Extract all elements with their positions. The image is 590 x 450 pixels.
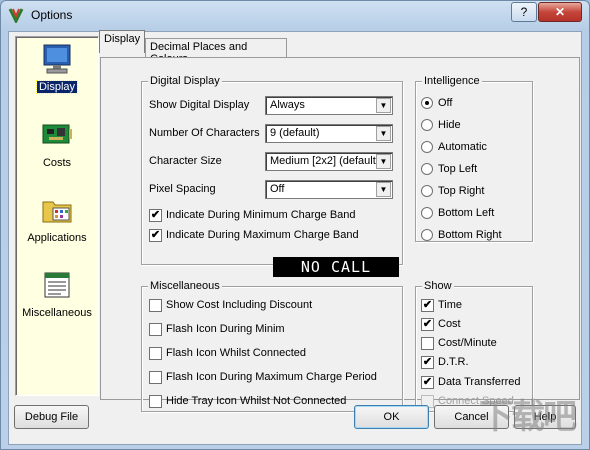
checkbox[interactable] [149,347,162,360]
checkmark-icon[interactable]: ✔ [421,299,434,312]
checkmark-icon[interactable]: ✔ [149,229,162,242]
checkbox-label: Indicate During Minimum Charge Band [166,209,356,221]
sidebar-item-label: Display [35,80,79,94]
radio-label: Top Left [438,163,478,175]
checkbox-label: D.T.R. [438,356,469,368]
sidebar-item-label: Miscellaneous [22,307,92,319]
character-size-label: Character Size [149,155,222,167]
checkbox-label: Cost [438,318,461,330]
checkbox-label: Flash Icon Whilst Connected [166,347,307,359]
checkmark-icon[interactable]: ✔ [421,356,434,369]
show-digital-display-label: Show Digital Display [149,99,250,111]
app-logo-icon [8,8,24,23]
display-tab-panel: Digital Display Show Digital Display Alw… [100,57,580,412]
select-value: Always [270,99,305,111]
checkbox[interactable] [149,323,162,336]
checkmark-icon[interactable]: ✔ [421,318,434,331]
debug-file-button[interactable]: Debug File [14,405,89,429]
checkbox-label: Hide Tray Icon Whilst Not Connected [166,395,347,407]
checkbox-label: Flash Icon During Minim [166,323,285,335]
checkbox-label: Show Cost Including Discount [166,299,313,311]
number-of-characters-label: Number Of Characters [149,127,260,139]
miscellaneous-group: Miscellaneous Show Cost Including Discou… [141,280,403,412]
dialog-client: Display Costs Applications Miscellaneous… [8,30,582,445]
radio-label: Top Right [438,185,485,197]
close-button[interactable]: ✕ [538,2,582,22]
group-title: Digital Display [148,75,222,87]
monitor-icon [43,44,71,74]
number-of-characters-select[interactable]: 9 (default) ▼ [265,124,393,143]
character-size-select[interactable]: Medium [2x2] (default) ▼ [265,152,393,171]
checkmark-icon[interactable]: ✔ [149,209,162,222]
checkbox-label: Cost/Minute [438,337,497,349]
category-sidebar: Display Costs Applications Miscellaneous [15,36,99,396]
radio-label: Automatic [438,141,487,153]
checkbox-label: Time [438,299,463,311]
sidebar-item-label: Applications [27,232,87,244]
digital-display-overlay: NO CALL [273,257,399,277]
radio-label: Bottom Left [438,207,495,219]
select-value: 9 (default) [270,127,320,139]
folder-icon [42,201,72,223]
select-value: Medium [2x2] (default) [270,155,380,167]
group-title: Miscellaneous [148,280,222,292]
group-title: Intelligence [422,75,482,87]
ok-button[interactable]: OK [354,405,429,429]
intelligence-group: Intelligence Off Hide Automatic Top Left… [415,75,533,242]
checkbox-label: Indicate During Maximum Charge Band [166,229,359,241]
chevron-down-icon[interactable]: ▼ [376,154,391,169]
radio-button[interactable] [421,97,433,109]
tab-display[interactable]: Display [99,30,145,53]
checkbox-label: Data Transferred [438,376,521,388]
radio-label: Off [438,97,453,109]
title-help-button[interactable]: ? [511,2,537,22]
checkbox[interactable] [421,337,434,350]
radio-label: Hide [438,119,461,131]
radio-button[interactable] [421,119,433,131]
pixel-spacing-label: Pixel Spacing [149,183,216,195]
radio-button[interactable] [421,185,433,197]
digital-display-group: Digital Display Show Digital Display Alw… [141,75,403,265]
sidebar-item-applications[interactable]: Applications [16,188,98,258]
options-window: Options ? ✕ Display Costs Applications M… [0,0,590,450]
radio-button[interactable] [421,163,433,175]
sidebar-item-costs[interactable]: Costs [16,113,98,183]
radio-label: Bottom Right [438,229,502,241]
watermark-logo: 下载吧 [479,397,577,437]
checkmark-icon[interactable]: ✔ [421,376,434,389]
circuit-board-icon [42,124,72,144]
sidebar-item-label: Costs [42,157,72,169]
radio-button[interactable] [421,141,433,153]
title-bar[interactable]: Options ? ✕ [1,1,589,31]
sidebar-item-display[interactable]: Display [16,37,98,107]
chevron-down-icon[interactable]: ▼ [376,182,391,197]
checkbox[interactable] [149,371,162,384]
checkbox[interactable] [149,299,162,312]
pixel-spacing-select[interactable]: Off ▼ [265,180,393,199]
chevron-down-icon[interactable]: ▼ [376,126,391,141]
chevron-down-icon[interactable]: ▼ [376,98,391,113]
checkbox-label: Flash Icon During Maximum Charge Period [166,371,377,383]
select-value: Off [270,183,285,195]
tab-decimal-places-and-colours[interactable]: Decimal Places and Colours [145,38,287,65]
notepad-icon [44,272,70,298]
sidebar-item-miscellaneous[interactable]: Miscellaneous [16,263,98,333]
group-title: Show [422,280,454,292]
radio-button[interactable] [421,229,433,241]
checkbox[interactable] [149,395,162,408]
radio-button[interactable] [421,207,433,219]
window-title: Options [31,8,73,22]
show-digital-display-select[interactable]: Always ▼ [265,96,393,115]
